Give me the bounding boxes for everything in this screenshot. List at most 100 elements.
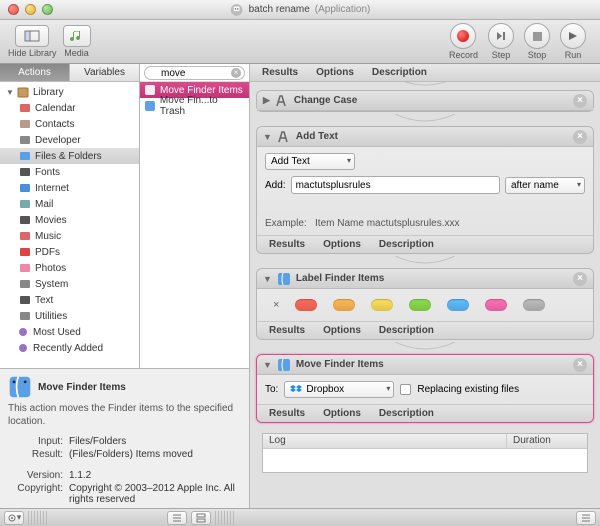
gear-menu-button[interactable]: ▾ xyxy=(4,511,24,525)
minimize-window-button[interactable] xyxy=(25,4,36,15)
header-options[interactable]: Options xyxy=(316,67,354,78)
footer-results[interactable]: Results xyxy=(269,408,305,419)
add-text-input[interactable] xyxy=(291,176,500,194)
header-results[interactable]: Results xyxy=(262,67,298,78)
stop-label: Stop xyxy=(528,50,547,60)
clear-search-button[interactable]: × xyxy=(231,68,241,78)
remove-action-button[interactable]: × xyxy=(573,358,587,372)
connector xyxy=(256,256,594,266)
category-icon xyxy=(18,213,32,227)
library-root[interactable]: ▼ Library xyxy=(0,84,139,100)
media-button[interactable] xyxy=(63,25,91,47)
library-item[interactable]: Text xyxy=(0,292,139,308)
library-item[interactable]: Calendar xyxy=(0,100,139,116)
document-type: (Application) xyxy=(315,4,371,15)
library-item[interactable]: Developer xyxy=(0,132,139,148)
text-action-icon xyxy=(277,130,291,144)
label-none[interactable]: × xyxy=(273,299,279,311)
to-label: To: xyxy=(265,384,278,395)
collapse-icon[interactable]: ▼ xyxy=(263,360,272,370)
action-label-finder[interactable]: ▼ Label Finder Items × × Results Options… xyxy=(256,268,594,340)
gear-icon xyxy=(7,513,17,523)
label-color-swatch[interactable] xyxy=(295,299,317,311)
library-item[interactable]: PDFs xyxy=(0,244,139,260)
stop-button[interactable] xyxy=(524,23,550,49)
replace-checkbox[interactable] xyxy=(400,384,411,395)
destination-select[interactable]: Dropbox xyxy=(284,381,394,398)
action-result-item[interactable]: Move Fin...to Trash xyxy=(140,98,249,114)
library-item[interactable]: Photos xyxy=(0,260,139,276)
library-item-label: Photos xyxy=(35,263,66,274)
rename-mode-select[interactable]: Add Text xyxy=(265,153,355,170)
log-table[interactable]: Log Duration xyxy=(262,433,588,473)
footer-options[interactable]: Options xyxy=(323,239,361,250)
replace-label: Replacing existing files xyxy=(417,384,519,395)
library-most-used[interactable]: Most Used xyxy=(0,324,139,340)
header-description[interactable]: Description xyxy=(372,67,427,78)
collapse-icon[interactable]: ▼ xyxy=(263,274,272,284)
action-move-finder[interactable]: ▼ Move Finder Items × To: Dropbox Replac… xyxy=(256,354,594,423)
info-result-key: Result: xyxy=(8,449,63,460)
library-item[interactable]: Mail xyxy=(0,196,139,212)
footer-results[interactable]: Results xyxy=(269,325,305,336)
library-item[interactable]: Music xyxy=(0,228,139,244)
library-icon xyxy=(16,85,30,99)
category-icon xyxy=(18,133,32,147)
footer-results[interactable]: Results xyxy=(269,239,305,250)
close-window-button[interactable] xyxy=(8,4,19,15)
run-button[interactable] xyxy=(560,23,586,49)
library-item[interactable]: System xyxy=(0,276,139,292)
view-list-button[interactable] xyxy=(167,511,187,525)
label-color-swatch[interactable] xyxy=(371,299,393,311)
info-description: This action moves the Finder items to th… xyxy=(8,402,241,428)
library-item[interactable]: Files & Folders xyxy=(0,148,139,164)
collapse-icon[interactable]: ▶ xyxy=(263,95,270,106)
label-color-swatch[interactable] xyxy=(485,299,507,311)
library-item[interactable]: Utilities xyxy=(0,308,139,324)
footer-options[interactable]: Options xyxy=(323,325,361,336)
library-item[interactable]: Internet xyxy=(0,180,139,196)
library-item[interactable]: Contacts xyxy=(0,116,139,132)
workflow-canvas[interactable]: ▶ Change Case × ▼ Add Text × Add Text xyxy=(250,82,600,508)
split-handle[interactable] xyxy=(215,511,235,525)
category-icon xyxy=(18,277,32,291)
library-item-label: Developer xyxy=(35,135,81,146)
library-item[interactable]: Movies xyxy=(0,212,139,228)
library-recently-added[interactable]: Recently Added xyxy=(0,340,139,356)
log-toggle-button[interactable] xyxy=(576,511,596,525)
action-add-text[interactable]: ▼ Add Text × Add Text Add: after name xyxy=(256,126,594,254)
hide-library-button[interactable] xyxy=(15,25,49,47)
library-item-label: Files & Folders xyxy=(35,151,102,162)
duration-column-header[interactable]: Duration xyxy=(507,434,587,448)
footer-options[interactable]: Options xyxy=(323,408,361,419)
list-icon xyxy=(172,513,182,523)
footer-description[interactable]: Description xyxy=(379,325,434,336)
footer-description[interactable]: Description xyxy=(379,239,434,250)
record-button[interactable] xyxy=(450,23,476,49)
action-footer: Results Options Description xyxy=(257,235,593,253)
tab-variables[interactable]: Variables xyxy=(70,64,139,81)
library-item-label: PDFs xyxy=(35,247,60,258)
split-handle[interactable] xyxy=(28,511,48,525)
footer-description[interactable]: Description xyxy=(379,408,434,419)
step-button[interactable] xyxy=(488,23,514,49)
label-color-swatch[interactable] xyxy=(333,299,355,311)
remove-action-button[interactable]: × xyxy=(573,130,587,144)
remove-action-button[interactable]: × xyxy=(573,272,587,286)
view-flow-button[interactable] xyxy=(191,511,211,525)
library-item[interactable]: Fonts xyxy=(0,164,139,180)
remove-action-button[interactable]: × xyxy=(573,94,587,108)
zoom-window-button[interactable] xyxy=(42,4,53,15)
disclosure-triangle-icon[interactable]: ▼ xyxy=(6,88,13,97)
library-item-label: Fonts xyxy=(35,167,60,178)
label-color-swatch[interactable] xyxy=(409,299,431,311)
collapse-icon[interactable]: ▼ xyxy=(263,132,272,142)
label-color-swatch[interactable] xyxy=(447,299,469,311)
position-select[interactable]: after name xyxy=(505,177,585,194)
tab-actions[interactable]: Actions xyxy=(0,64,70,81)
label-color-swatch[interactable] xyxy=(523,299,545,311)
search-input[interactable] xyxy=(144,66,245,80)
log-column-header[interactable]: Log xyxy=(263,434,507,448)
action-change-case[interactable]: ▶ Change Case × xyxy=(256,90,594,112)
media-label: Media xyxy=(64,48,89,58)
